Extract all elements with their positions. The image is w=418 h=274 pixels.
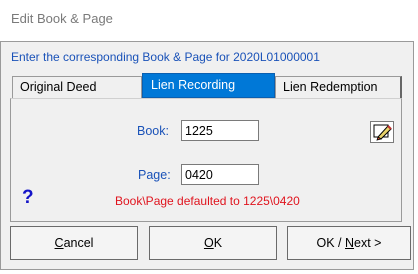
tab-lien-redemption[interactable]: Lien Redemption: [275, 76, 402, 98]
tab-lien-recording[interactable]: Lien Recording: [142, 73, 275, 98]
help-icon[interactable]: ?: [22, 187, 34, 209]
ok-next-accel: N: [345, 236, 355, 250]
book-field[interactable]: [181, 120, 259, 141]
status-message: Book\Page defaulted to 1225\0420: [115, 194, 300, 208]
page-field[interactable]: [181, 164, 259, 185]
cancel-label: ancel: [63, 236, 94, 250]
page-label: Page:: [138, 168, 171, 182]
ok-accel: O: [203, 236, 214, 250]
ok-next-label: ext >: [354, 236, 382, 250]
cancel-button[interactable]: Cancel: [10, 226, 138, 260]
ok-label: K: [213, 236, 223, 250]
tab-original-deed[interactable]: Original Deed: [12, 76, 142, 98]
ok-next-prefix: OK /: [316, 236, 345, 250]
ok-button[interactable]: OK: [149, 226, 277, 260]
cancel-accel: C: [54, 236, 64, 250]
instruction-text: Enter the corresponding Book & Page for …: [11, 50, 320, 64]
book-label: Book:: [137, 124, 169, 138]
window-title: Edit Book & Page: [11, 11, 113, 26]
pencil-edit-icon: [373, 124, 392, 141]
ok-next-button[interactable]: OK / Next >: [287, 226, 411, 260]
edit-button[interactable]: [370, 121, 394, 143]
